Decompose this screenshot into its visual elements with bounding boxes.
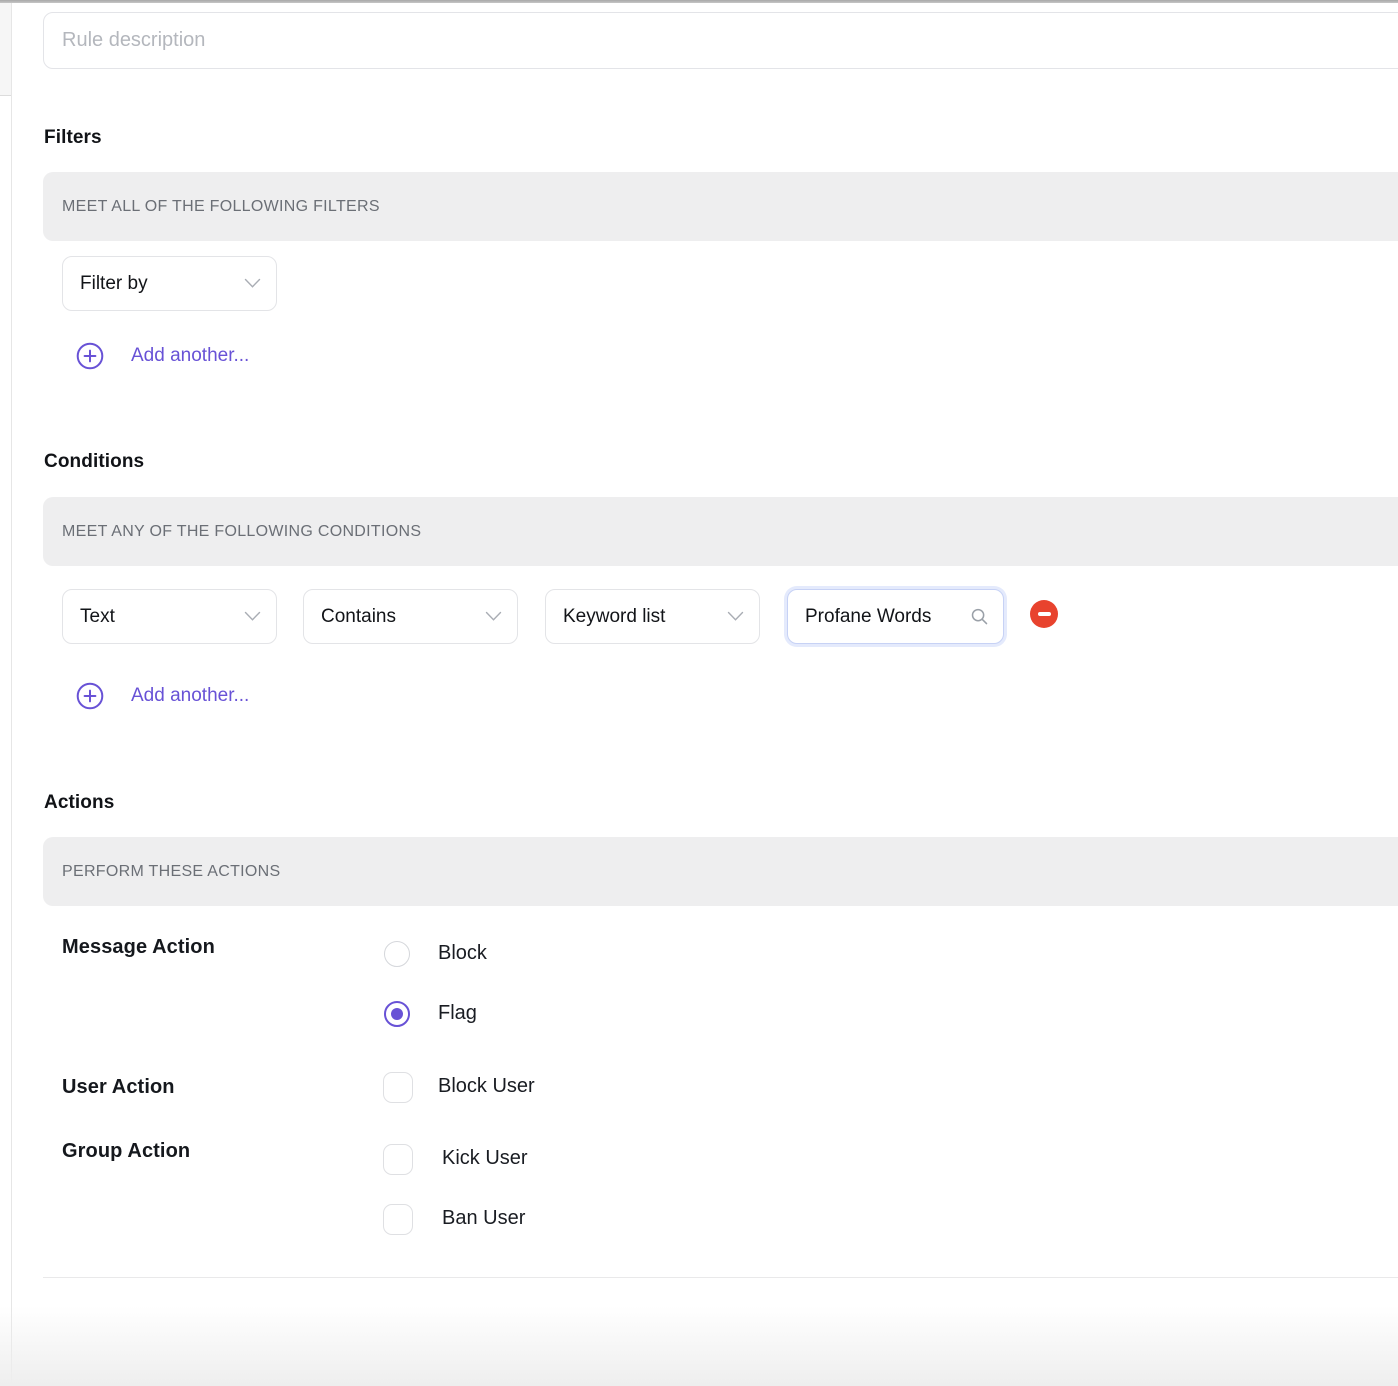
keyword-list-search-field	[787, 589, 1004, 644]
search-icon	[971, 608, 988, 625]
user-action-label: User Action	[62, 1076, 175, 1098]
checkbox-ban-user-label: Ban User	[442, 1207, 526, 1229]
minus-icon	[1037, 612, 1051, 616]
group-action-label: Group Action	[62, 1140, 191, 1162]
keyword-list-input[interactable]	[805, 605, 971, 628]
checkbox-kick-user-label: Kick User	[442, 1147, 528, 1169]
chevron-down-icon	[485, 611, 502, 621]
rule-description-input[interactable]	[43, 12, 1398, 69]
condition-operator-value: Contains	[321, 605, 396, 627]
condition-value-type-value: Keyword list	[563, 605, 666, 627]
condition-row: Text Contains Keyword list	[0, 589, 1398, 644]
filter-row: Filter by	[0, 256, 1398, 311]
footer-divider	[43, 1277, 1398, 1278]
condition-subject-select[interactable]: Text	[62, 589, 277, 644]
filter-by-value: Filter by	[80, 272, 148, 294]
plus-circle-icon	[76, 682, 104, 710]
remove-condition-button[interactable]	[1030, 600, 1058, 628]
condition-subject-value: Text	[80, 605, 115, 627]
filters-banner: MEET ALL OF THE FOLLOWING FILTERS	[43, 172, 1398, 241]
add-filter-button[interactable]: Add another...	[76, 342, 249, 370]
condition-operator-select[interactable]: Contains	[303, 589, 518, 644]
radio-flag[interactable]	[384, 1001, 410, 1027]
checkbox-ban-user[interactable]	[383, 1204, 413, 1235]
chevron-down-icon	[727, 611, 744, 621]
footer-fade	[0, 1306, 1398, 1386]
add-condition-label: Add another...	[131, 685, 250, 706]
rule-editor-panel: Filters MEET ALL OF THE FOLLOWING FILTER…	[0, 0, 1398, 1386]
checkbox-kick-user[interactable]	[383, 1144, 413, 1175]
window-top-edge	[0, 0, 1398, 3]
radio-block[interactable]	[384, 941, 410, 967]
radio-block-label: Block	[438, 942, 487, 964]
actions-section-title: Actions	[44, 792, 115, 813]
chevron-down-icon	[244, 278, 261, 288]
add-filter-label: Add another...	[131, 345, 250, 366]
filter-by-select[interactable]: Filter by	[62, 256, 277, 311]
radio-flag-label: Flag	[438, 1002, 477, 1024]
conditions-section-title: Conditions	[44, 451, 145, 472]
message-action-label: Message Action	[62, 936, 215, 958]
add-condition-button[interactable]: Add another...	[76, 682, 249, 710]
page-left-gutter	[0, 3, 11, 96]
checkbox-block-user-label: Block User	[438, 1075, 535, 1097]
conditions-banner: MEET ANY OF THE FOLLOWING CONDITIONS	[43, 497, 1398, 566]
actions-banner: PERFORM THESE ACTIONS	[43, 837, 1398, 906]
condition-value-type-select[interactable]: Keyword list	[545, 589, 760, 644]
plus-circle-icon	[76, 342, 104, 370]
chevron-down-icon	[244, 611, 261, 621]
filters-section-title: Filters	[44, 127, 102, 148]
checkbox-block-user[interactable]	[383, 1072, 413, 1103]
panel-left-border	[11, 3, 12, 1386]
